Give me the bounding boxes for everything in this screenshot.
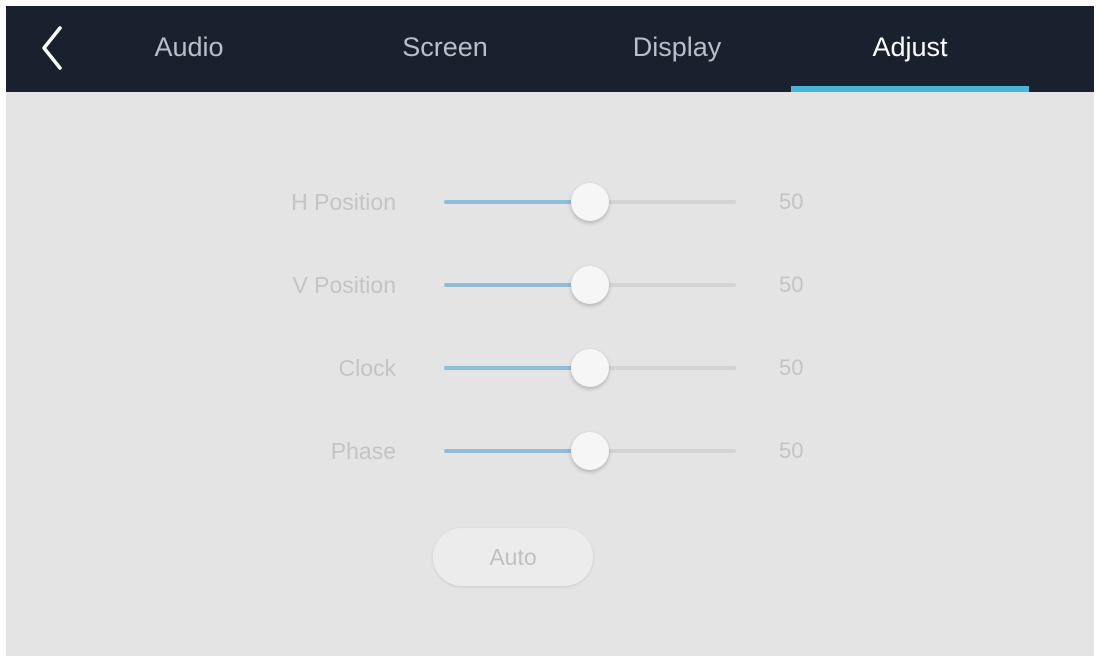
tab-display[interactable]: Display bbox=[602, 6, 752, 92]
h-position-row: H Position 50 bbox=[6, 172, 1094, 232]
slider-thumb[interactable] bbox=[571, 432, 609, 470]
v-position-row: V Position 50 bbox=[6, 255, 1094, 315]
adjust-panel: H Position 50 V Position 50 Clock 50 Pha… bbox=[6, 92, 1094, 656]
phase-label: Phase bbox=[330, 438, 396, 464]
phase-slider[interactable] bbox=[444, 421, 736, 481]
tab-label: Screen bbox=[402, 32, 488, 62]
clock-label: Clock bbox=[338, 355, 396, 381]
v-position-value: 50 bbox=[779, 272, 804, 297]
tab-label: Audio bbox=[154, 32, 224, 62]
tab-label: Adjust bbox=[872, 32, 948, 62]
v-position-slider[interactable] bbox=[444, 255, 736, 315]
settings-window: Audio Screen Display Adjust H Position 5… bbox=[6, 6, 1094, 656]
tab-label: Display bbox=[632, 32, 722, 62]
slider-thumb[interactable] bbox=[571, 349, 609, 387]
h-position-label: H Position bbox=[291, 189, 396, 215]
h-position-slider[interactable] bbox=[444, 172, 736, 232]
slider-thumb[interactable] bbox=[571, 183, 609, 221]
back-button[interactable] bbox=[30, 20, 76, 76]
slider-fill bbox=[444, 283, 590, 287]
clock-row: Clock 50 bbox=[6, 338, 1094, 398]
auto-button[interactable]: Auto bbox=[433, 528, 593, 586]
slider-thumb[interactable] bbox=[571, 266, 609, 304]
slider-fill bbox=[444, 366, 590, 370]
tab-screen[interactable]: Screen bbox=[370, 6, 520, 92]
chevron-left-icon bbox=[42, 26, 62, 70]
slider-fill bbox=[444, 449, 590, 453]
v-position-label: V Position bbox=[292, 272, 396, 298]
phase-value: 50 bbox=[779, 438, 804, 463]
clock-slider[interactable] bbox=[444, 338, 736, 398]
tab-adjust[interactable]: Adjust bbox=[791, 6, 1029, 92]
tab-audio[interactable]: Audio bbox=[124, 6, 254, 92]
h-position-value: 50 bbox=[779, 189, 804, 214]
tab-bar: Audio Screen Display Adjust bbox=[6, 6, 1094, 92]
slider-fill bbox=[444, 200, 590, 204]
phase-row: Phase 50 bbox=[6, 421, 1094, 481]
clock-value: 50 bbox=[779, 355, 804, 380]
